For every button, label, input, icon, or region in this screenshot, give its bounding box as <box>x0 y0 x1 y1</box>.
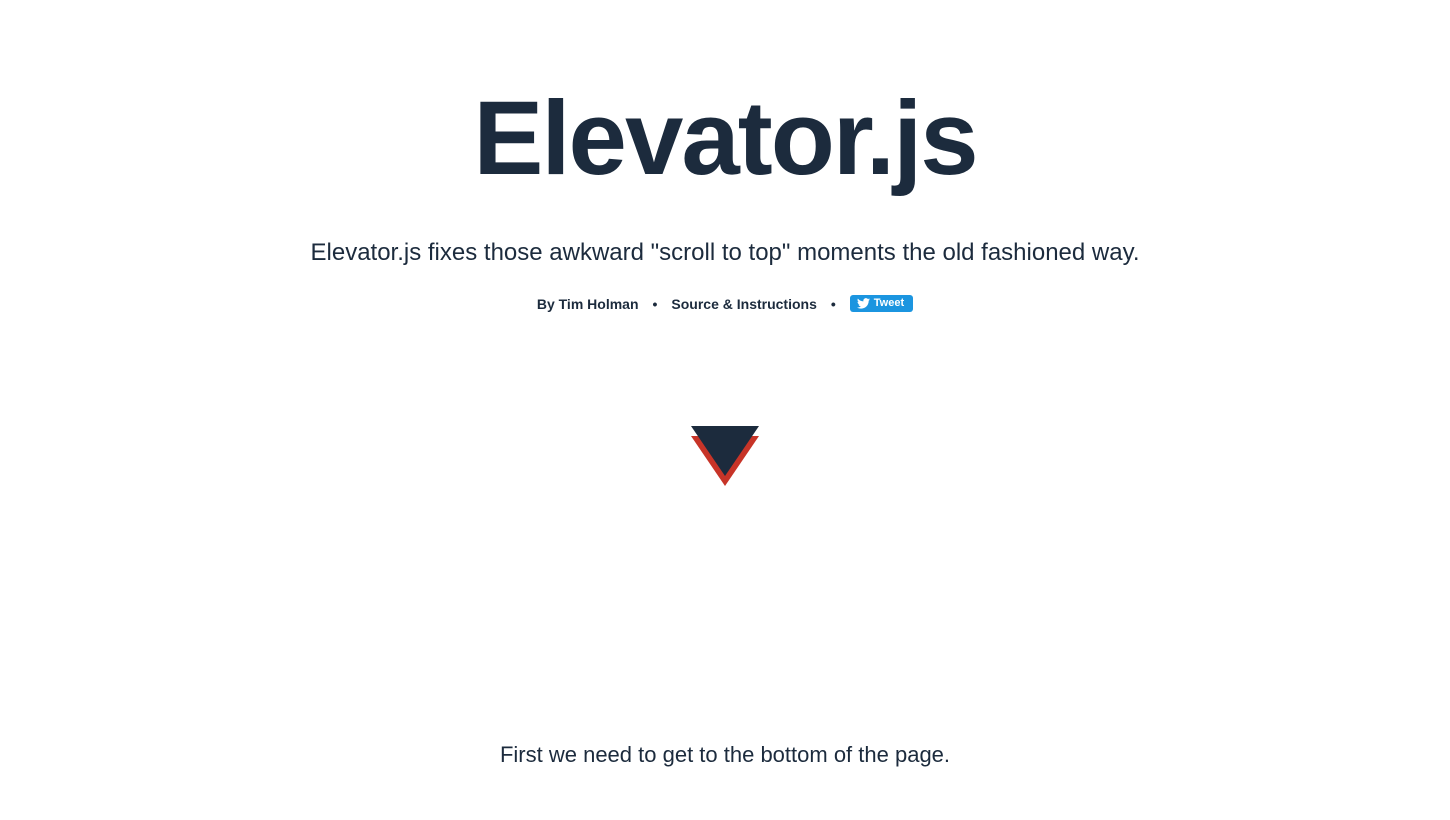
instruction-text: First we need to get to the bottom of th… <box>0 742 1450 768</box>
page-title: Elevator.js <box>0 86 1450 191</box>
tweet-button[interactable]: Tweet <box>850 295 913 312</box>
twitter-icon <box>857 298 870 309</box>
double-chevron-down-icon <box>685 412 765 502</box>
tagline: Elevator.js fixes those awkward "scroll … <box>0 239 1450 267</box>
meta-separator: • <box>653 296 658 312</box>
author-link[interactable]: By Tim Holman <box>537 296 639 312</box>
meta-separator: • <box>831 296 836 312</box>
source-link[interactable]: Source & Instructions <box>671 296 816 312</box>
meta-row: By Tim Holman • Source & Instructions • … <box>0 295 1450 312</box>
tweet-label: Tweet <box>874 298 904 309</box>
scroll-down-arrow[interactable] <box>0 412 1450 502</box>
